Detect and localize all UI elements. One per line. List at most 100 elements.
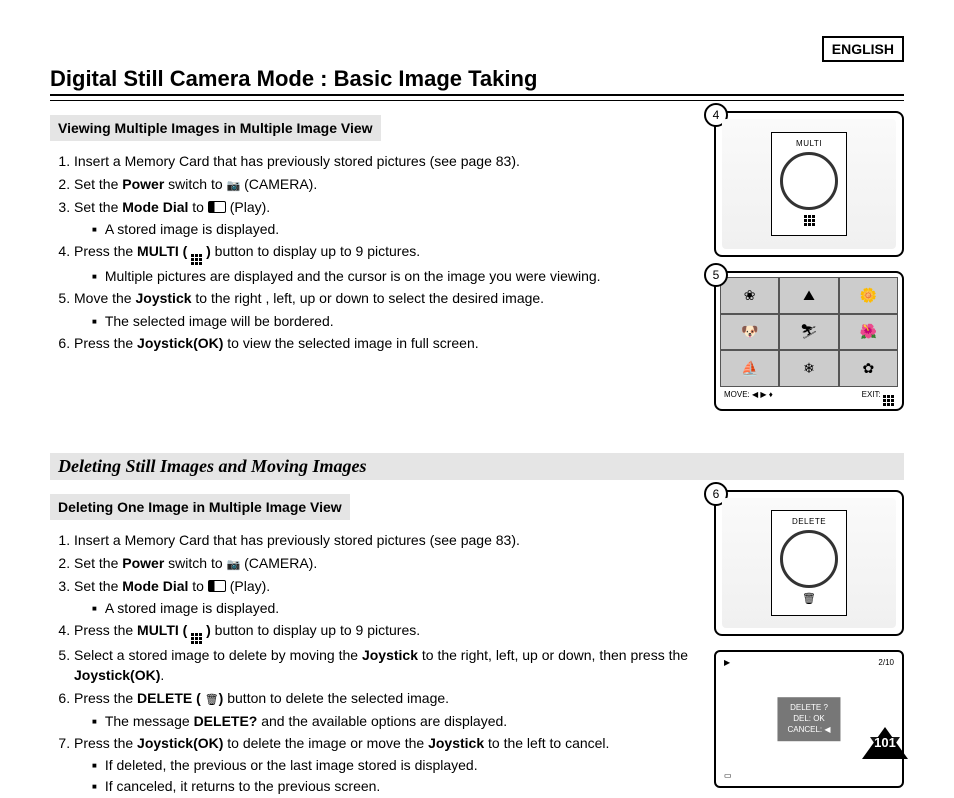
move-hint: MOVE: ◀ ▶ ♦	[724, 390, 773, 405]
substep: The message DELETE? and the available op…	[92, 711, 696, 731]
section2-title: Deleting Still Images and Moving Images	[50, 453, 904, 480]
text: Press the	[74, 735, 137, 751]
button-label: DELETE	[792, 517, 826, 526]
thumb: ⛰	[779, 277, 838, 314]
thumbnail-grid: ❀ ⛰ 🌼 🐶 ⛷ 🌺 ⛵ ❄ ✿	[720, 277, 898, 387]
page-number-value: 101	[862, 735, 908, 750]
step: Move the Joystick to the right , left, u…	[74, 288, 696, 331]
section1-steps: Insert a Memory Card that has previously…	[52, 151, 696, 353]
step: Set the Power switch to (CAMERA).	[74, 174, 696, 195]
text: to view the selected image in full scree…	[223, 335, 478, 351]
text: button to display up to 9 pictures.	[211, 243, 420, 259]
step: Set the Mode Dial to (Play). A stored im…	[74, 197, 696, 240]
bold: )	[202, 243, 211, 259]
page-number: 101	[862, 727, 908, 759]
text: (CAMERA).	[244, 555, 317, 571]
substep: The selected image will be bordered.	[92, 311, 696, 331]
text: Press the	[74, 690, 137, 706]
substep: Multiple pictures are displayed and the …	[92, 266, 696, 286]
thumb: ✿	[839, 350, 898, 387]
figure-4: 4 MULTI	[714, 111, 904, 257]
figure-6: 6 DELETE	[714, 490, 904, 636]
text: switch to	[164, 176, 226, 192]
multi-grid-icon	[191, 633, 202, 644]
camera-illustration: DELETE	[722, 498, 896, 628]
bold: Mode Dial	[122, 578, 188, 594]
text: Select a stored image to delete by movin…	[74, 647, 362, 663]
bold: MULTI (	[137, 622, 191, 638]
bold: Joystick	[135, 290, 191, 306]
step: Press the MULTI ( ) button to display up…	[74, 620, 696, 643]
bold: Joystick(OK)	[74, 667, 160, 683]
play-icon	[208, 580, 226, 592]
text: (Play).	[230, 578, 270, 594]
substep: If deleted, the previous or the last ima…	[92, 755, 696, 775]
exit-hint: EXIT:	[862, 390, 894, 405]
bold: Mode Dial	[122, 199, 188, 215]
step-badge: 5	[704, 263, 728, 287]
text: to delete the image or move the	[223, 735, 428, 751]
text: switch to	[164, 555, 226, 571]
text: to	[188, 578, 207, 594]
text: button to display up to 9 pictures.	[211, 622, 420, 638]
camera-icon	[227, 555, 241, 571]
text: (Play).	[230, 199, 270, 215]
page-title: Digital Still Camera Mode : Basic Image …	[50, 66, 904, 96]
thumb: ❀	[720, 277, 779, 314]
bold: Joystick(OK)	[137, 735, 223, 751]
thumb: 🌼	[839, 277, 898, 314]
multi-grid-icon	[191, 254, 202, 265]
text: Press the	[74, 622, 137, 638]
text: Set the	[74, 578, 122, 594]
step: Press the Joystick(OK) to view the selec…	[74, 333, 696, 353]
camera-illustration: MULTI	[722, 119, 896, 249]
text: button to delete the selected image.	[223, 690, 449, 706]
bold: Power	[122, 555, 164, 571]
multi-button-frame: MULTI	[771, 132, 847, 236]
play-mode-icon: ▶	[724, 658, 730, 667]
play-icon	[208, 201, 226, 213]
thumb: ⛵	[720, 350, 779, 387]
language-indicator: ENGLISH	[822, 36, 904, 62]
text: to	[188, 199, 207, 215]
thumb: ⛷	[779, 314, 838, 351]
text: .	[160, 667, 164, 683]
text: Press the	[74, 335, 137, 351]
substep: A stored image is displayed.	[92, 219, 696, 239]
thumb: 🐶	[720, 314, 779, 351]
image-counter: 2/10	[878, 658, 894, 667]
step: Select a stored image to delete by movin…	[74, 645, 696, 686]
step: Press the MULTI ( ) button to display up…	[74, 241, 696, 286]
bold: )	[202, 622, 211, 638]
step: Set the Mode Dial to (Play). A stored im…	[74, 576, 696, 619]
trash-icon	[802, 592, 816, 605]
delete-dialog: DELETE ? DEL: OK CANCEL: ◀	[777, 697, 840, 741]
step: Insert a Memory Card that has previously…	[74, 151, 696, 171]
bold: Joystick(OK)	[137, 335, 223, 351]
thumb: ❄	[779, 350, 838, 387]
delete-button-frame: DELETE	[771, 510, 847, 616]
bold: DELETE (	[137, 690, 205, 706]
text: (CAMERA).	[244, 176, 317, 192]
bold: Power	[122, 176, 164, 192]
step: Insert a Memory Card that has previously…	[74, 530, 696, 550]
thumb: 🌺	[839, 314, 898, 351]
bold: Joystick	[428, 735, 484, 751]
lcd-screen: ▶ 2/10 ▭ DELETE ? DEL: OK CANCEL: ◀	[714, 650, 904, 788]
text: Set the	[74, 176, 122, 192]
dialog-cancel: CANCEL: ◀	[787, 725, 830, 736]
text: to the right , left, up or down to selec…	[192, 290, 545, 306]
title-divider	[50, 100, 904, 101]
multi-button	[780, 152, 838, 210]
step: Press the Joystick(OK) to delete the ima…	[74, 733, 696, 796]
figure-statusbar: MOVE: ◀ ▶ ♦ EXIT:	[720, 387, 898, 405]
text: Set the	[74, 199, 122, 215]
delete-button	[780, 530, 838, 588]
camera-icon	[227, 176, 241, 192]
section2-heading: Deleting One Image in Multiple Image Vie…	[50, 494, 350, 520]
trash-icon	[205, 690, 219, 706]
step: Set the Power switch to (CAMERA).	[74, 553, 696, 574]
section2-steps: Insert a Memory Card that has previously…	[52, 530, 696, 796]
figure-5: 5 ❀ ⛰ 🌼 🐶 ⛷ 🌺 ⛵ ❄ ✿ MOVE: ◀ ▶ ♦ EXIT:	[714, 271, 904, 411]
text: to the left to cancel.	[484, 735, 609, 751]
